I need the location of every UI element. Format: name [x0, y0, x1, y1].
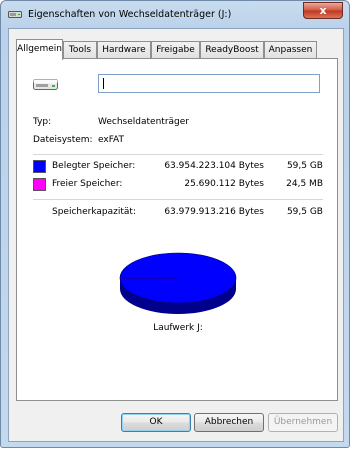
cancel-button[interactable]: Abbrechen: [194, 413, 264, 432]
drive-label: Laufwerk J:: [153, 323, 203, 333]
tab-anpassen[interactable]: Anpassen: [264, 41, 317, 58]
dialog-client: Allgemein Tools Hardware Freigabe ReadyB…: [8, 28, 344, 442]
tab-tools[interactable]: Tools: [63, 41, 97, 58]
tab-freigabe[interactable]: Freigabe: [151, 41, 200, 58]
close-button[interactable]: x: [303, 2, 343, 19]
title-bar[interactable]: Eigenschaften von Wechseldatenträger (J:…: [1, 1, 349, 29]
tab-allgemein[interactable]: Allgemein: [16, 39, 63, 60]
disk-usage-pie-chart: [119, 252, 237, 314]
ok-button[interactable]: OK: [121, 413, 191, 432]
apply-button[interactable]: Übernehmen: [268, 413, 338, 432]
tab-hardware[interactable]: Hardware: [97, 41, 151, 58]
tab-panel-allgemein: Typ: Wechseldatenträger Dateisystem: exF…: [16, 58, 338, 401]
tab-readyboost[interactable]: ReadyBoost: [200, 41, 264, 58]
window-title: Eigenschaften von Wechseldatenträger (J:…: [28, 9, 232, 20]
properties-window: Eigenschaften von Wechseldatenträger (J:…: [0, 0, 350, 448]
close-icon: x: [319, 4, 327, 17]
tab-strip: Allgemein Tools Hardware Freigabe ReadyB…: [16, 39, 338, 60]
removable-drive-icon: [8, 11, 22, 18]
